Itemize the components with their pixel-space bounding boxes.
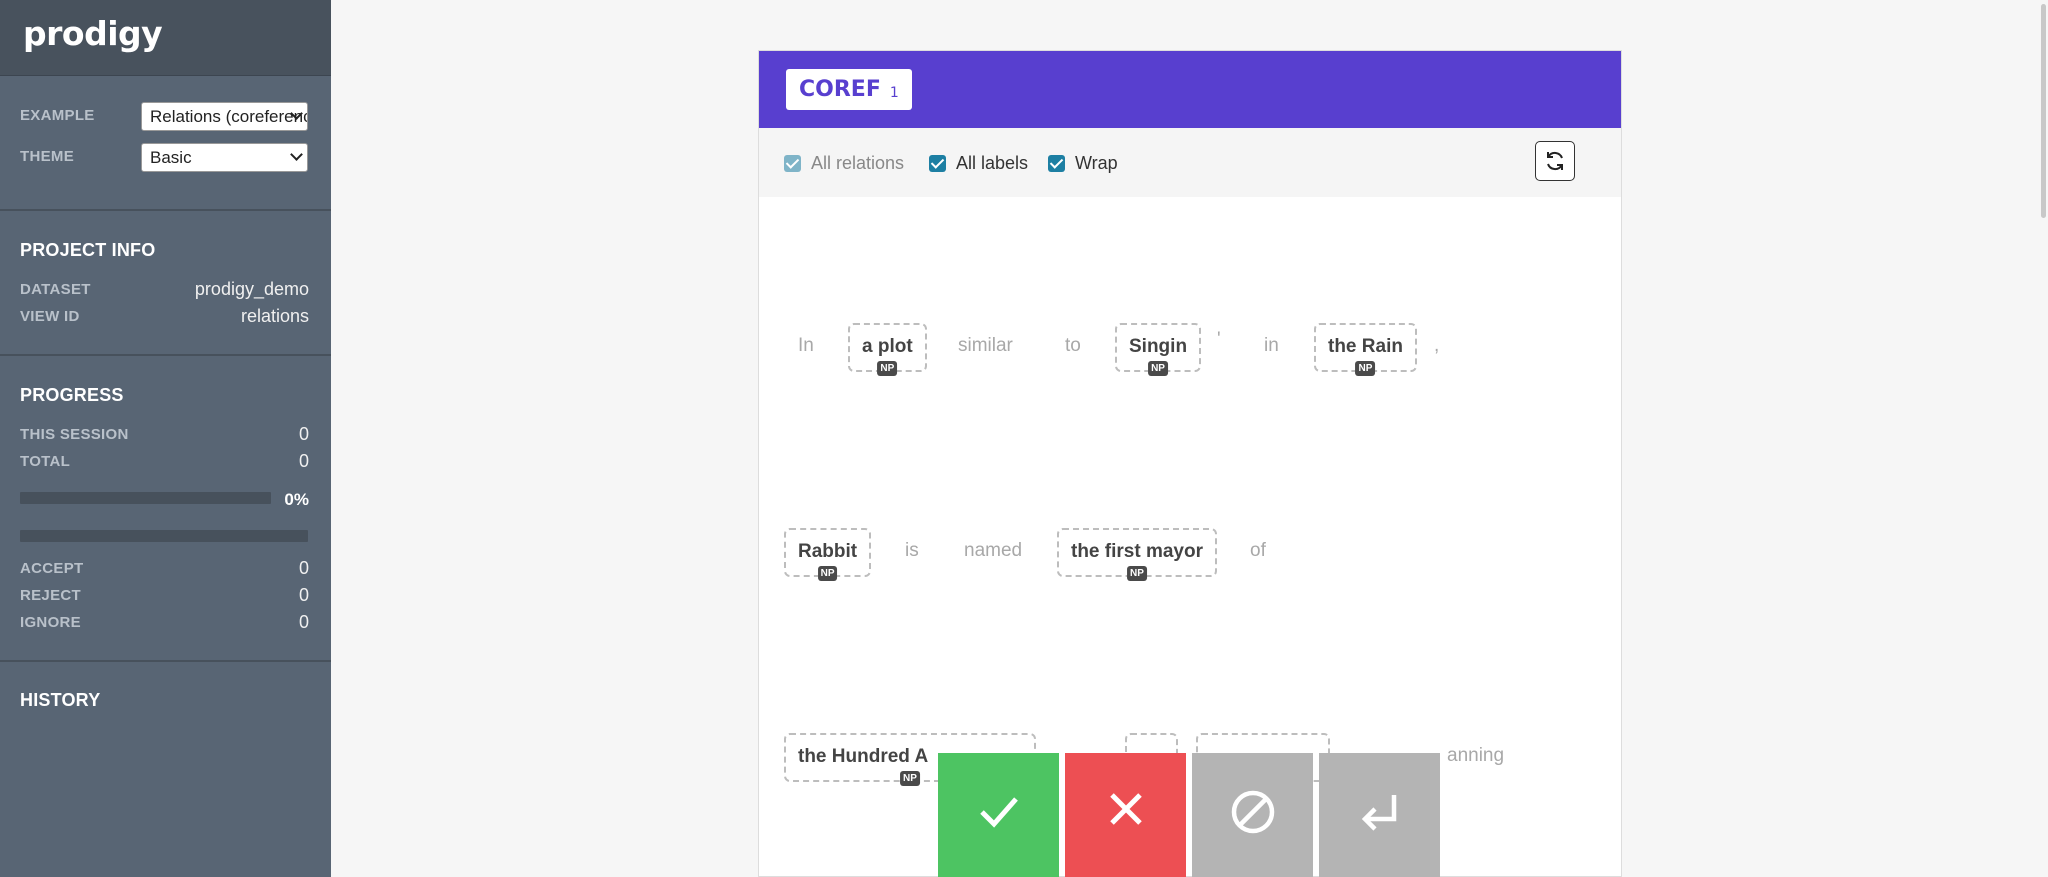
np-span[interactable]: Rabbit NP (784, 528, 872, 581)
progress-percent: 0% (284, 490, 309, 509)
all-relations-checkbox[interactable]: All relations (784, 153, 904, 174)
sidebar: prodigy EXAMPLE Relations (coreference) … (0, 0, 331, 877)
span-text: Singin (1129, 336, 1188, 357)
undo-button[interactable] (1319, 753, 1440, 877)
checkbox-checked-icon (929, 155, 946, 172)
span-label-badge: NP (900, 771, 920, 786)
np-span[interactable]: Singin NP (1115, 323, 1202, 376)
ban-icon (1231, 790, 1274, 834)
token[interactable]: to (1065, 335, 1081, 357)
accept-button[interactable] (938, 753, 1059, 877)
checkbox-checked-icon (784, 155, 801, 172)
total-value: 0 (298, 451, 309, 471)
card-header: COREF 1 (759, 51, 1621, 128)
span-label-badge: NP (1148, 361, 1168, 376)
np-span[interactable]: the Rain NP (1314, 323, 1417, 376)
reject-label: REJECT (20, 587, 81, 604)
theme-label: THEME (20, 148, 74, 165)
label-badge: COREF 1 (786, 69, 912, 110)
refresh-button[interactable] (1535, 141, 1575, 181)
settings-section: EXAMPLE Relations (coreference) THEME Ba… (0, 76, 331, 211)
chevron-down-icon (290, 148, 303, 161)
span-text: the first mayor (1071, 541, 1203, 562)
example-select[interactable]: Relations (coreference) (141, 102, 308, 131)
theme-select[interactable]: Basic (141, 143, 308, 172)
span-label-badge: NP (1127, 566, 1147, 581)
ignore-button[interactable] (1192, 753, 1313, 877)
scrollbar-thumb[interactable] (2041, 4, 2046, 218)
np-span[interactable]: a plot NP (848, 323, 927, 376)
accept-label: ACCEPT (20, 560, 84, 577)
all-relations-label: All relations (811, 153, 905, 173)
reject-value: 0 (298, 585, 309, 605)
span-text: the Hundred A (798, 746, 929, 767)
refresh-icon (1547, 151, 1563, 171)
example-select-value: Relations (coreference) (150, 107, 307, 126)
all-labels-label: All labels (956, 153, 1029, 173)
token[interactable]: is (905, 540, 919, 562)
theme-select-value: Basic (150, 148, 192, 167)
span-label-badge: NP (817, 566, 838, 581)
history-section: HISTORY (0, 662, 331, 742)
accept-value: 0 (298, 558, 309, 578)
history-title: HISTORY (20, 690, 101, 710)
token[interactable]: In (798, 335, 814, 357)
return-arrow-icon (1361, 795, 1396, 831)
page-scrollbar[interactable] (2039, 0, 2048, 877)
token[interactable]: named (964, 540, 1022, 562)
example-label: EXAMPLE (20, 107, 95, 124)
close-icon (1109, 793, 1142, 825)
view-id-value: relations (240, 306, 309, 326)
view-id-label: VIEW ID (20, 308, 80, 325)
wrap-label: Wrap (1075, 153, 1118, 173)
app-logo: prodigy (23, 14, 163, 53)
token[interactable]: anning (1447, 745, 1504, 767)
progress-section: PROGRESS THIS SESSION 0 TOTAL 0 0% ACCEP… (0, 356, 331, 662)
project-info-section: PROJECT INFO DATASET prodigy_demo VIEW I… (0, 211, 331, 356)
ignore-label: IGNORE (20, 614, 81, 631)
token[interactable]: ' (1217, 329, 1221, 351)
token[interactable]: in (1264, 335, 1279, 357)
progress-title: PROGRESS (20, 385, 124, 405)
answer-buttons (938, 753, 1446, 877)
session-progress-bar (20, 492, 271, 504)
all-labels-checkbox[interactable]: All labels (929, 153, 1028, 174)
ignore-value: 0 (298, 612, 309, 632)
label-count: 1 (889, 84, 899, 101)
dataset-label: DATASET (20, 281, 91, 298)
token[interactable]: , (1434, 335, 1439, 357)
wrap-checkbox[interactable]: Wrap (1048, 153, 1118, 174)
dataset-value: prodigy_demo (194, 279, 309, 299)
sidebar-header: prodigy (0, 0, 331, 76)
token[interactable]: of (1250, 540, 1266, 562)
span-text: the Rain (1328, 336, 1403, 357)
reject-button[interactable] (1065, 753, 1186, 877)
checkbox-checked-icon (1048, 155, 1065, 172)
span-text: Rabbit (798, 541, 858, 562)
project-info-title: PROJECT INFO (20, 240, 156, 260)
span-text: a plot (862, 336, 913, 357)
span-label-badge: NP (877, 361, 898, 376)
token[interactable]: similar (958, 335, 1013, 357)
this-session-label: THIS SESSION (20, 426, 129, 443)
card-toolbar: All relations All labels Wrap (759, 128, 1621, 197)
total-progress-bar (20, 530, 308, 542)
span-label-badge: NP (1355, 361, 1376, 376)
check-icon (979, 797, 1018, 828)
np-span[interactable]: the first mayor NP (1057, 528, 1217, 581)
total-label: TOTAL (20, 453, 71, 470)
this-session-value: 0 (298, 424, 309, 444)
label-name: COREF (799, 77, 881, 102)
